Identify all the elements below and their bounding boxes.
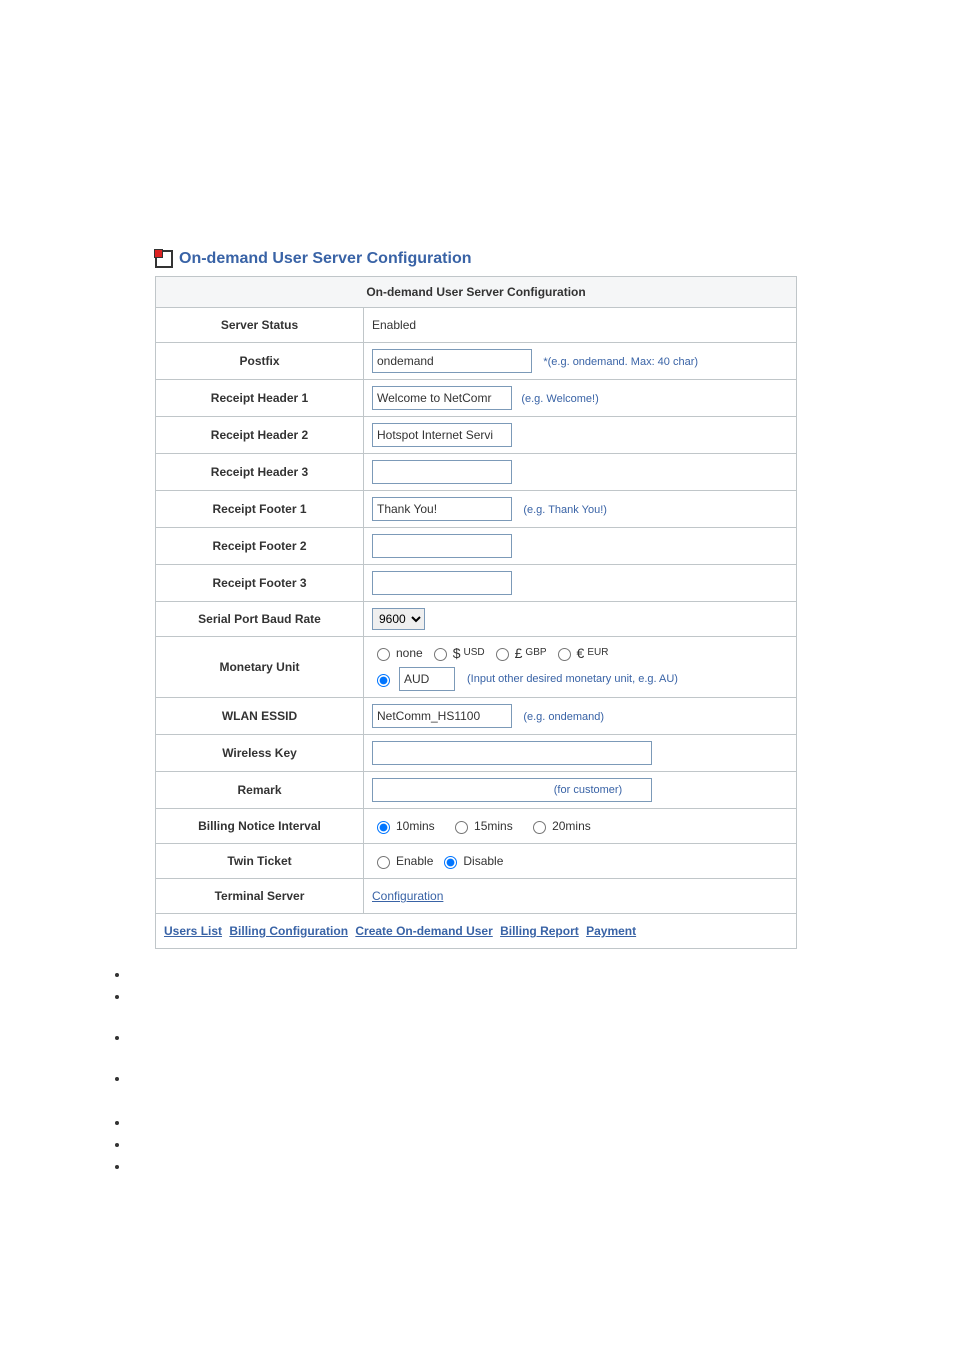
server-status-label: Server Status: [156, 308, 364, 343]
list-item: [129, 1067, 799, 1111]
list-item: [129, 1007, 799, 1067]
baud-rate-select[interactable]: 9600: [372, 608, 425, 630]
payment-link[interactable]: Payment: [586, 924, 636, 938]
eur-text: EUR: [587, 643, 608, 663]
usd-text: USD: [464, 643, 485, 663]
wireless-key-label: Wireless Key: [156, 735, 364, 772]
monetary-unit-label: Monetary Unit: [156, 637, 364, 698]
table-caption: On-demand User Server Configuration: [156, 277, 797, 308]
list-item: [129, 1111, 799, 1133]
monetary-other-hint: (Input other desired monetary unit, e.g.…: [467, 669, 678, 689]
gbp-text: GBP: [525, 643, 546, 663]
remark-input[interactable]: [372, 778, 652, 802]
list-item: [129, 1155, 799, 1177]
receipt-header-1-input[interactable]: [372, 386, 512, 410]
users-list-link[interactable]: Users List: [164, 924, 222, 938]
twin-ticket-label: Twin Ticket: [156, 844, 364, 879]
receipt-header-2-input[interactable]: [372, 423, 512, 447]
baud-rate-label: Serial Port Baud Rate: [156, 602, 364, 637]
monetary-usd-radio[interactable]: [434, 648, 447, 661]
wireless-key-input[interactable]: [372, 741, 652, 765]
twin-disable-radio[interactable]: [444, 856, 457, 869]
receipt-header-1-label: Receipt Header 1: [156, 380, 364, 417]
monetary-other-radio[interactable]: [377, 674, 390, 687]
billing-10mins-text: 10mins: [396, 816, 435, 836]
monetary-other-input[interactable]: [399, 667, 455, 691]
billing-15mins-text: 15mins: [474, 816, 513, 836]
receipt-header-1-hint: (e.g. Welcome!): [521, 393, 598, 405]
monetary-none-radio[interactable]: [377, 648, 390, 661]
terminal-configuration-link[interactable]: Configuration: [372, 889, 443, 903]
twin-disable-text: Disable: [463, 851, 503, 871]
wlan-essid-label: WLAN ESSID: [156, 698, 364, 735]
eur-symbol: €: [577, 643, 585, 663]
billing-20mins-text: 20mins: [552, 816, 591, 836]
billing-configuration-link[interactable]: Billing Configuration: [229, 924, 348, 938]
page-title: On-demand User Server Configuration: [179, 250, 472, 268]
receipt-footer-2-input[interactable]: [372, 534, 512, 558]
config-icon: [155, 250, 173, 268]
list-item: [129, 963, 799, 985]
postfix-hint: *(e.g. ondemand. Max: 40 char): [543, 356, 698, 368]
receipt-footer-3-input[interactable]: [372, 571, 512, 595]
billing-interval-label: Billing Notice Interval: [156, 809, 364, 844]
list-item: [129, 1133, 799, 1155]
billing-20mins-radio[interactable]: [533, 821, 546, 834]
receipt-footer-1-input[interactable]: [372, 497, 512, 521]
billing-report-link[interactable]: Billing Report: [500, 924, 579, 938]
server-status-value: Enabled: [364, 308, 797, 343]
receipt-header-2-label: Receipt Header 2: [156, 417, 364, 454]
gbp-symbol: £: [515, 643, 523, 663]
create-on-demand-user-link[interactable]: Create On-demand User: [355, 924, 492, 938]
monetary-gbp-radio[interactable]: [496, 648, 509, 661]
receipt-header-3-input[interactable]: [372, 460, 512, 484]
billing-15mins-radio[interactable]: [455, 821, 468, 834]
remark-label: Remark: [156, 772, 364, 809]
wlan-essid-input[interactable]: [372, 704, 512, 728]
monetary-none-text: none: [396, 643, 423, 663]
postfix-input[interactable]: [372, 349, 532, 373]
monetary-eur-radio[interactable]: [558, 648, 571, 661]
postfix-label: Postfix: [156, 343, 364, 380]
terminal-server-label: Terminal Server: [156, 879, 364, 914]
receipt-footer-1-hint: (e.g. Thank You!): [523, 504, 607, 516]
list-item: [129, 985, 799, 1007]
receipt-footer-1-label: Receipt Footer 1: [156, 491, 364, 528]
wlan-essid-hint: (e.g. ondemand): [523, 711, 604, 723]
receipt-header-3-label: Receipt Header 3: [156, 454, 364, 491]
billing-10mins-radio[interactable]: [377, 821, 390, 834]
config-table: On-demand User Server Configuration Serv…: [155, 276, 797, 949]
receipt-footer-2-label: Receipt Footer 2: [156, 528, 364, 565]
twin-enable-text: Enable: [396, 851, 433, 871]
usd-symbol: $: [453, 643, 461, 663]
receipt-footer-3-label: Receipt Footer 3: [156, 565, 364, 602]
twin-enable-radio[interactable]: [377, 856, 390, 869]
